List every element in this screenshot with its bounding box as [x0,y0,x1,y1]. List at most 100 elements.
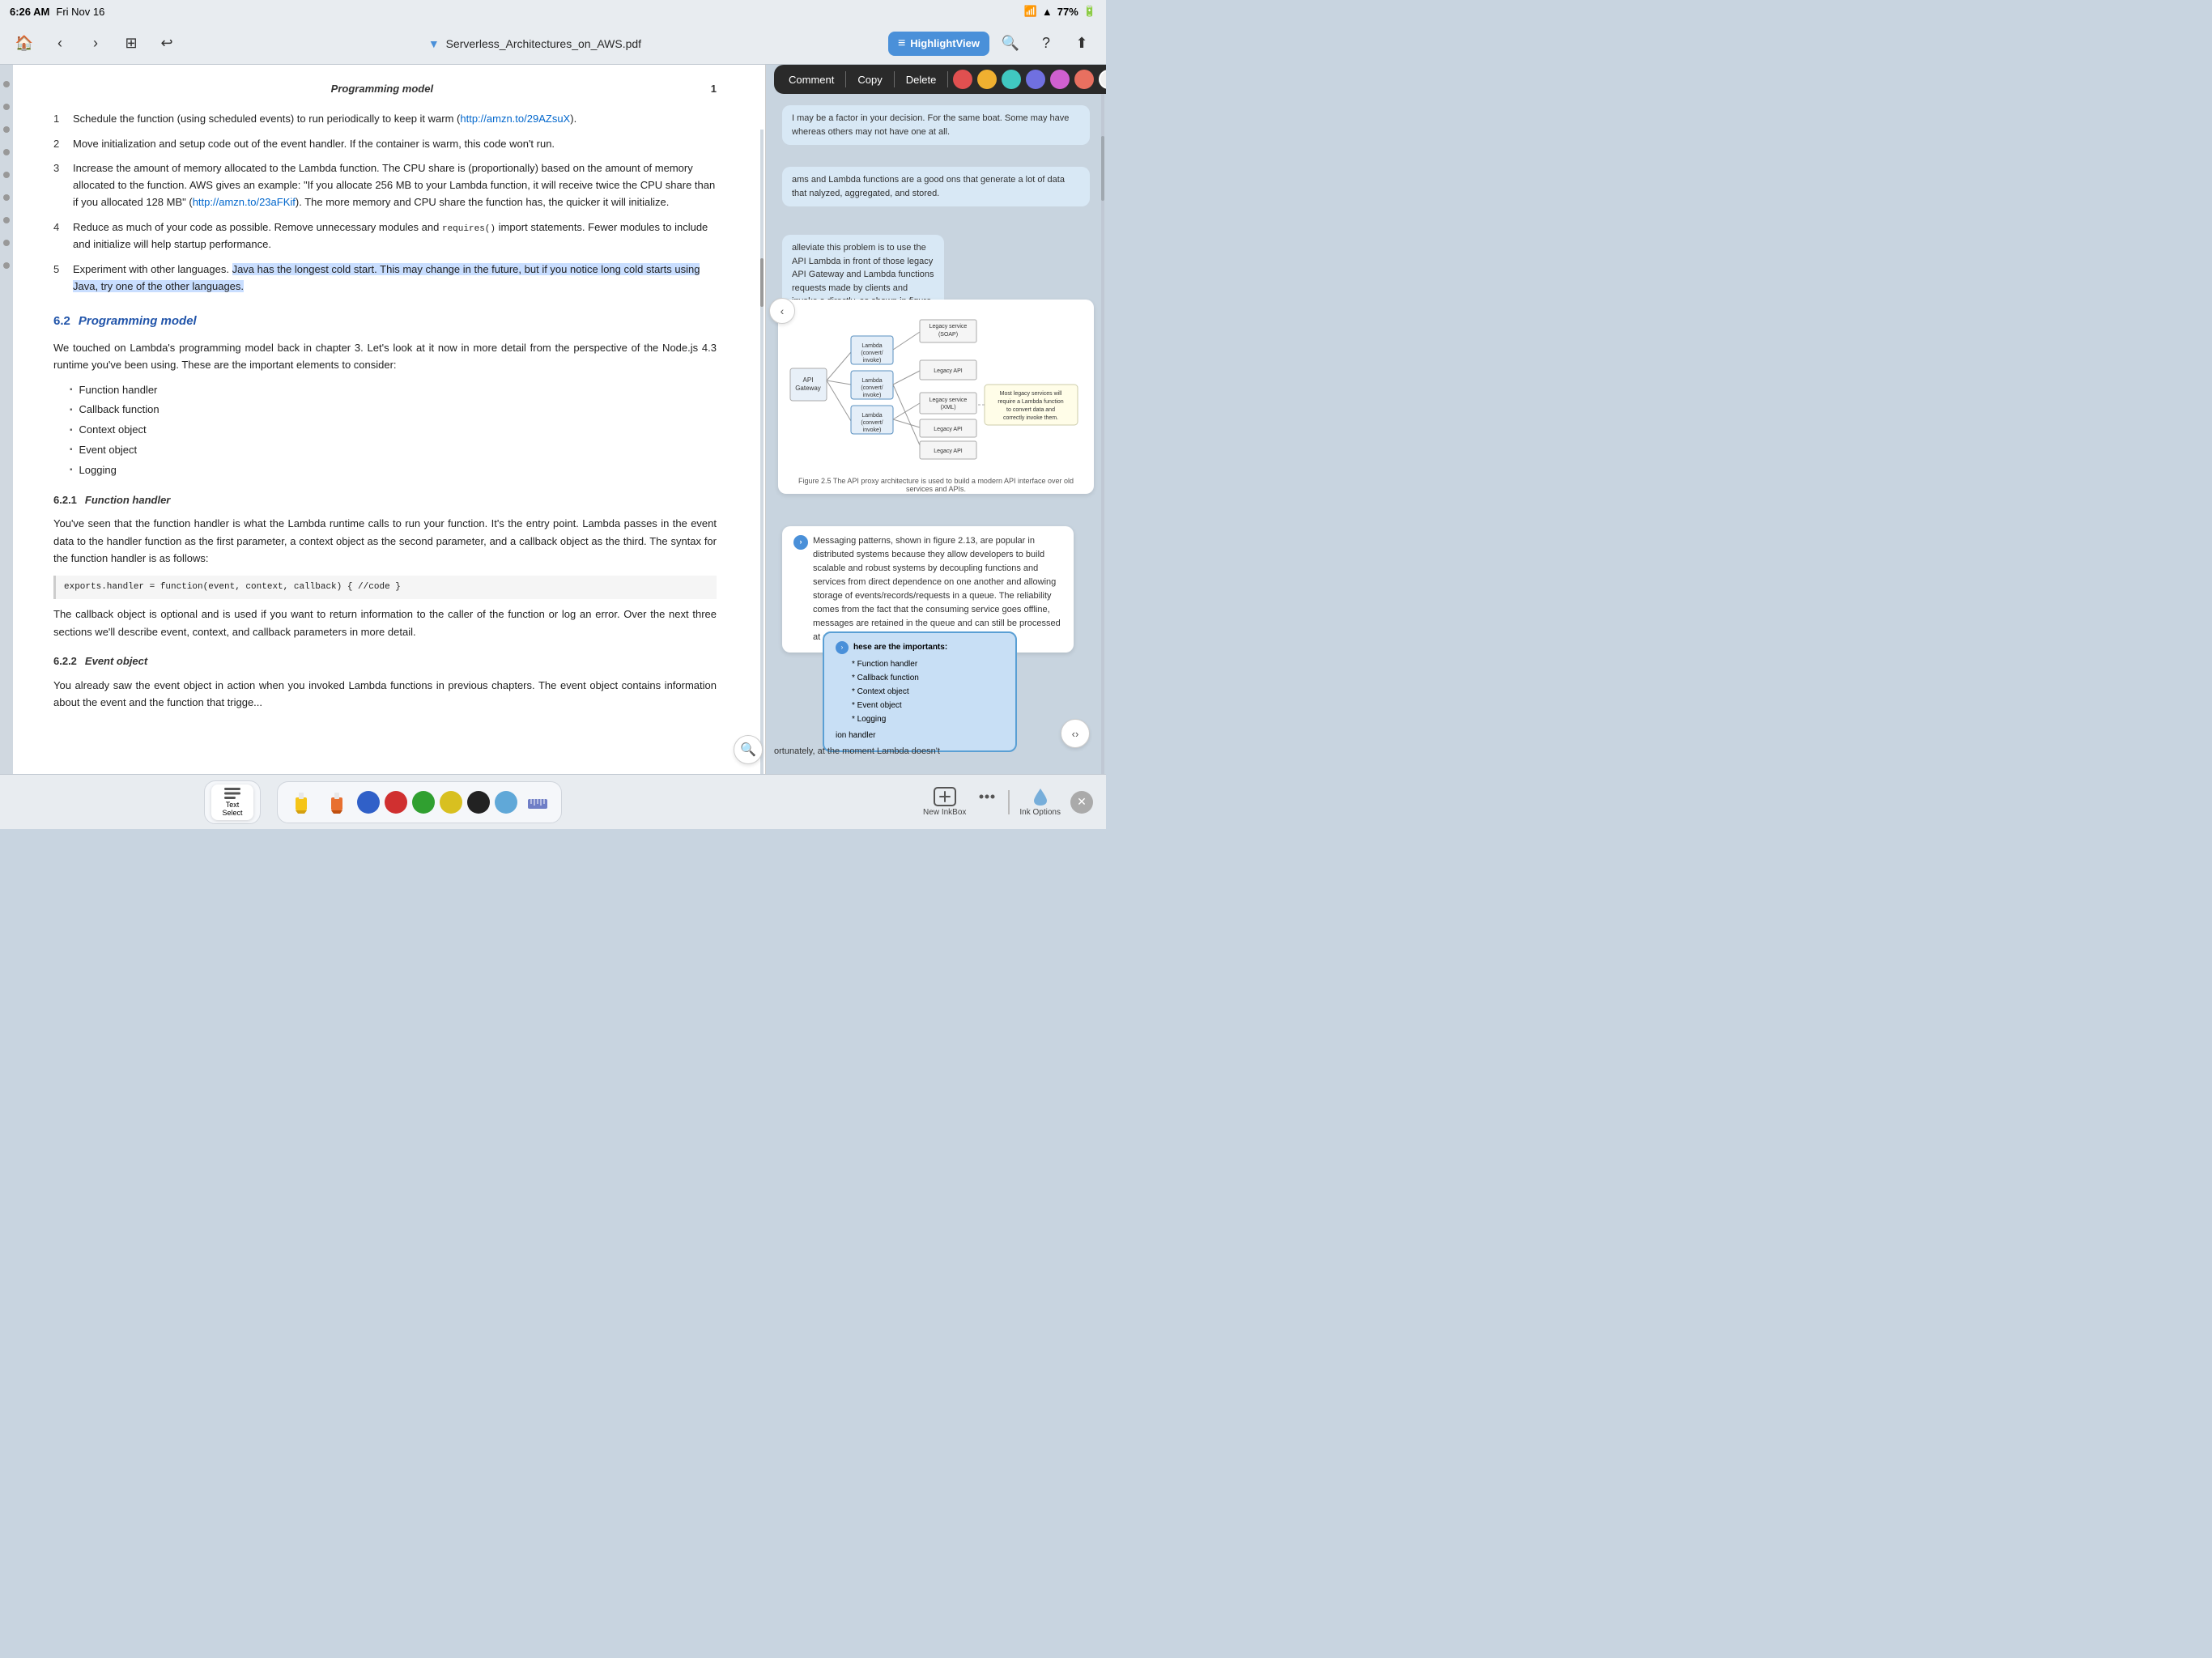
list-card-item-2: * Callback function [852,671,1004,685]
link-1[interactable]: http://amzn.to/29AZsuX [460,113,570,125]
page-header: Programming model 1 [53,81,717,98]
ink-color-black[interactable] [467,791,490,814]
forward-button[interactable]: › [81,29,110,58]
top-toolbar: 🏠 ‹ › ⊞ ↩ ▼ Serverless_Architectures_on_… [0,23,1106,65]
undo-button[interactable]: ↩ [152,29,181,58]
section-title: Programming model [79,312,197,331]
highlighter-orange-icon [328,791,346,814]
zoom-icon: 🔍 [740,742,756,758]
ink-color-yellow[interactable] [440,791,462,814]
highlighter-yellow-button[interactable] [286,787,317,818]
ink-color-light-blue[interactable] [495,791,517,814]
ink-color-blue[interactable] [357,791,380,814]
bottom-right-tools: New InkBox more Ink Options ✕ [766,774,1106,829]
svg-text:Lambda: Lambda [861,343,882,349]
ruler-icon [527,794,548,810]
ink-options-button[interactable]: Ink Options [1019,787,1061,817]
color-teal[interactable] [1002,70,1021,89]
home-button[interactable]: 🏠 [10,29,39,58]
color-orange[interactable] [977,70,997,89]
svg-text:Lambda: Lambda [861,413,882,419]
toolbar-divider [1008,790,1010,814]
bottom-right-text: ortunately, at the moment Lambda doesn't [774,746,1098,756]
close-icon: ✕ [1077,795,1087,809]
panel-nav-button[interactable]: ‹› [1061,719,1090,748]
new-inkbox-label: New InkBox [923,808,966,817]
battery-display: 77% [1057,6,1078,18]
more-options-icon [976,787,998,806]
panel-back-button[interactable]: ‹ [769,298,795,324]
highlighter-orange-button[interactable] [321,787,352,818]
link-3[interactable]: http://amzn.to/23aFKif [193,196,296,208]
bullet-item-2: Callback function [70,402,717,419]
ruler-button[interactable] [522,787,553,818]
color-white[interactable] [1099,70,1106,89]
svg-text:(convert/: (convert/ [861,385,883,391]
sidebar-indicator-8 [3,240,10,246]
time-display: 6:26 AM [10,6,49,18]
text-select-button[interactable]: TextSelect [211,784,253,820]
svg-text:Legacy service: Legacy service [929,324,968,329]
ink-color-green[interactable] [412,791,435,814]
new-inkbox-button[interactable]: New InkBox [923,787,966,817]
zoom-button[interactable]: 🔍 [734,735,763,764]
item-number-4: 4 [53,219,66,253]
copy-button[interactable]: Copy [851,70,888,89]
wifi-icon: 📶 [1024,5,1037,18]
svg-text:require a Lambda function: require a Lambda function [998,399,1063,405]
list-item-2: 2 Move initialization and setup code out… [53,136,717,153]
messaging-text: Messaging patterns, shown in figure 2.13… [813,534,1062,644]
ink-color-red[interactable] [385,791,407,814]
search-button[interactable]: 🔍 [996,29,1025,58]
pages-button[interactable]: ⊞ [117,29,146,58]
list-card-item-3: * Context object [852,685,1004,699]
sidebar-indicator-9 [3,262,10,269]
color-pink[interactable] [1050,70,1070,89]
highlighted-text: Java has the longest cold start. This ma… [73,263,700,292]
note-card-2: ams and Lambda functions are a good ons … [782,167,1090,206]
help-button[interactable]: ? [1032,29,1061,58]
close-button[interactable]: ✕ [1070,791,1093,814]
list-item-3: 3 Increase the amount of memory allocate… [53,160,717,210]
text-select-label: TextSelect [222,801,242,817]
item-text-2: Move initialization and setup code out o… [73,136,555,153]
diagram-caption: Figure 2.5 The API proxy architecture is… [786,477,1086,493]
highlight-view-button[interactable]: ≡ HighlightView [888,32,989,56]
back-button[interactable]: ‹ [45,29,74,58]
color-red[interactable] [953,70,972,89]
battery-icon: 🔋 [1083,5,1096,18]
bullet-item-4: Event object [70,442,717,459]
item-number-5: 5 [53,261,66,295]
list-card-icon: › [836,641,849,654]
color-purple[interactable] [1026,70,1045,89]
subsection-number-2: 6.2.2 [53,653,77,670]
more-options-button[interactable]: more [976,787,998,817]
code-inline: requires() [442,224,496,234]
drawing-tools-group [277,781,562,823]
svg-text:Lambda: Lambda [861,378,882,384]
section-number: 6.2 [53,312,70,331]
numbered-list: 1 Schedule the function (using scheduled… [53,111,717,295]
chevron-left-icon: ‹ [781,304,785,317]
popup-menu: Comment Copy Delete [774,65,1106,94]
comment-button[interactable]: Comment [782,70,840,89]
sidebar-indicator-7 [3,217,10,223]
list-item-1: 1 Schedule the function (using scheduled… [53,111,717,128]
sidebar-indicator-5 [3,172,10,178]
scroll-indicator[interactable] [760,130,764,774]
svg-text:correctly invoke them.: correctly invoke them. [1003,415,1058,421]
bullet-item-3: Context object [70,422,717,439]
pdf-area: Programming model 1 1 Schedule the funct… [13,65,766,829]
highlighted-list-card: › hese are the importants: * Function ha… [823,631,1017,752]
right-scroll[interactable] [1101,65,1104,774]
delete-button[interactable]: Delete [900,70,943,89]
color-salmon[interactable] [1074,70,1094,89]
list-card-title: hese are the importants: [853,641,947,654]
item-number: 1 [53,111,66,128]
share-button[interactable]: ⬆ [1067,29,1096,58]
svg-text:Legacy API: Legacy API [934,427,962,432]
item-text-3: Increase the amount of memory allocated … [73,160,717,210]
section-6-2-2-body: You already saw the event object in acti… [53,677,717,712]
svg-text:to convert data and: to convert data and [1006,407,1055,413]
date-display: Fri Nov 16 [56,6,104,18]
